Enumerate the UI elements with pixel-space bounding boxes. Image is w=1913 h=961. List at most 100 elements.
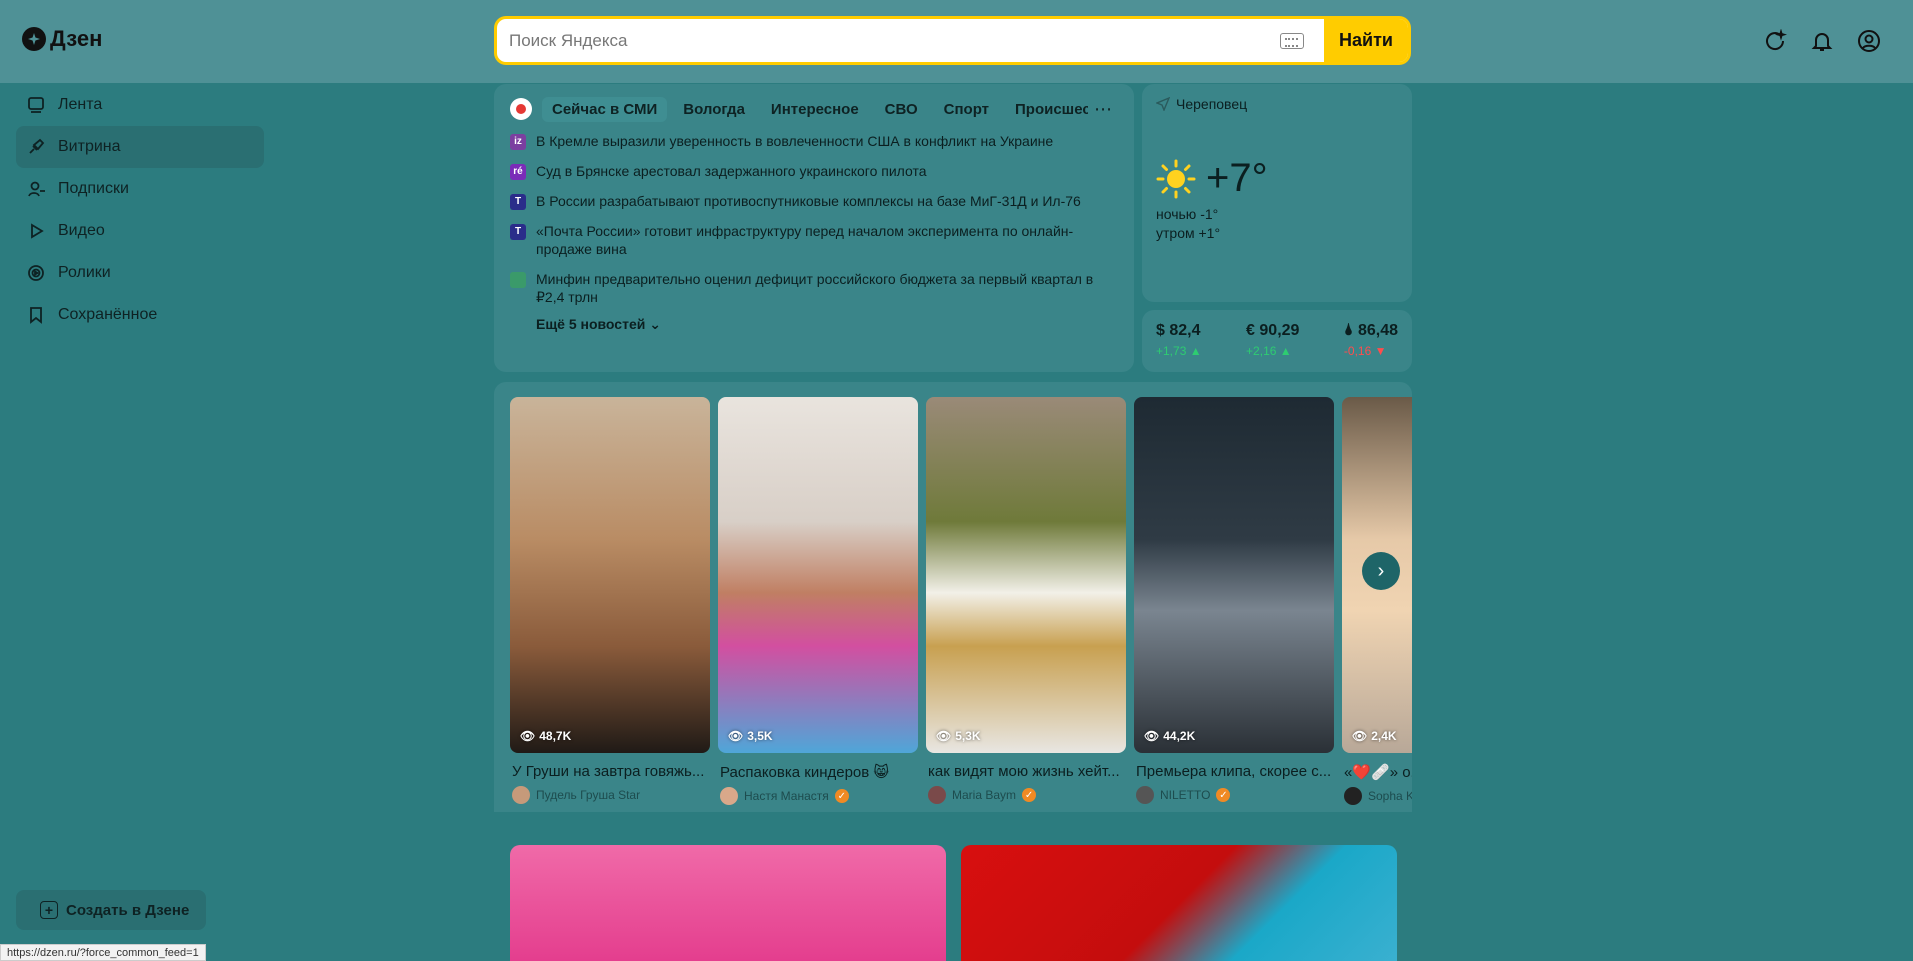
plus-icon: +: [40, 901, 58, 919]
sidebar-item-shorts[interactable]: Ролики: [16, 252, 264, 294]
video-author[interactable]: Sopha K: [1342, 787, 1412, 805]
sidebar-item-saved[interactable]: Сохранённое: [16, 294, 264, 336]
sidebar-item-showcase[interactable]: Витрина: [16, 126, 264, 168]
carousel-next-button[interactable]: ›: [1362, 552, 1400, 590]
weather-widget[interactable]: Череповец +7° ночью -1° утром +1°: [1142, 84, 1412, 302]
video-thumbnail[interactable]: 👁 3,5K: [718, 397, 918, 753]
avatar: [512, 786, 530, 804]
rate-usd: $ 82,4 +1,73 ▲: [1156, 322, 1202, 358]
weather-city: Череповец: [1176, 96, 1248, 112]
news-source-logo-icon: [510, 98, 532, 120]
video-author[interactable]: Настя Манастя ✓: [718, 787, 918, 805]
views-count: 👁 5,3K: [936, 729, 981, 743]
video-author[interactable]: Maria Baym ✓: [926, 786, 1126, 804]
subscriptions-icon: [28, 181, 45, 197]
news-source-icon: T: [510, 194, 526, 210]
verified-badge-icon: ✓: [1022, 788, 1037, 802]
weather-temp: +7°: [1206, 156, 1268, 200]
sidebar-item-label: Подписки: [58, 180, 129, 197]
eye-icon: 👁: [936, 729, 952, 743]
sidebar-item-label: Видео: [58, 222, 105, 239]
news-headline: В Кремле выразили уверенность в вовлечен…: [536, 133, 1054, 149]
news-item[interactable]: Минфин предварительно оценил дефицит рос…: [510, 270, 1118, 306]
more-news-link[interactable]: Ещё 5 новостей ⌄: [536, 316, 1118, 333]
views-count: 👁 3,5K: [728, 729, 773, 743]
video-card[interactable]: 👁 44,2K Премьера клипа, скорее с... NILE…: [1134, 397, 1334, 804]
video-card[interactable]: 👁 48,7K У Груши на завтра говяжь... Пуде…: [510, 397, 710, 804]
weather-morning: утром +1°: [1156, 225, 1221, 241]
sidebar-item-label: Лента: [58, 96, 103, 113]
video-card[interactable]: 👁 3,5K Распаковка киндеров 😸 Настя Манас…: [718, 397, 918, 805]
sidebar-item-feed[interactable]: Лента: [16, 84, 264, 126]
showcase-icon: [29, 138, 45, 154]
profile-icon[interactable]: [1856, 28, 1881, 53]
video-title[interactable]: Распаковка киндеров 😸: [718, 763, 918, 781]
create-in-dzen-button[interactable]: + Создать в Дзене: [16, 890, 206, 930]
video-title[interactable]: как видят мою жизнь хейт...: [926, 763, 1126, 780]
video-thumbnail[interactable]: 👁 5,3K: [926, 397, 1126, 753]
news-source-icon: [510, 272, 526, 288]
video-thumbnail[interactable]: 👁 48,7K: [510, 397, 710, 753]
keyboard-icon[interactable]: [1280, 32, 1304, 49]
feed-card[interactable]: [510, 845, 946, 961]
eye-icon: 👁: [520, 729, 536, 743]
video-title[interactable]: Премьера клипа, скорее с...: [1134, 763, 1334, 780]
video-thumbnail[interactable]: 👁 44,2K: [1134, 397, 1334, 753]
news-headline: Минфин предварительно оценил дефицит рос…: [536, 271, 1094, 305]
search-button[interactable]: Найти: [1324, 19, 1408, 62]
bookmark-icon: [30, 307, 42, 324]
avatar: [720, 787, 738, 805]
eye-icon: 👁: [1352, 729, 1368, 743]
news-item[interactable]: T В России разрабатывают противоспутников…: [510, 192, 1118, 210]
video-title[interactable]: «❤️🩹» о...: [1342, 763, 1412, 781]
eye-icon: 👁: [1144, 729, 1160, 743]
logo-text: Дзен: [50, 26, 103, 51]
news-source-icon: iz: [510, 134, 526, 150]
avatar: [928, 786, 946, 804]
sidebar-item-label: Витрина: [58, 138, 121, 155]
news-headline: В России разрабатывают противоспутниковы…: [536, 193, 1081, 209]
bell-icon[interactable]: [1809, 28, 1834, 53]
tab-now-in-media[interactable]: Сейчас в СМИ: [542, 96, 668, 122]
news-item[interactable]: ré Суд в Брянске арестовал задержанного у…: [510, 162, 1118, 180]
views-count: 👁 44,2K: [1144, 729, 1196, 743]
search-input[interactable]: [497, 30, 1280, 51]
news-tabs: Сейчас в СМИ Вологда Интересное СВО Спор…: [510, 96, 1118, 122]
tab-interesting[interactable]: Интересное: [761, 97, 869, 122]
video-author[interactable]: NILETTO ✓: [1134, 786, 1334, 804]
location-arrow-icon: [1156, 97, 1170, 111]
views-count: 👁 2,4K: [1352, 729, 1397, 743]
sparkle-refresh-icon[interactable]: [1762, 28, 1787, 53]
create-button-label: Создать в Дзене: [66, 901, 190, 919]
news-headline: «Почта России» готовит инфраструктуру пе…: [536, 223, 1074, 257]
news-item[interactable]: iz В Кремле выразили уверенность в вовлеч…: [510, 132, 1118, 150]
eye-icon: 👁: [728, 729, 744, 743]
tab-vologda[interactable]: Вологда: [673, 97, 755, 122]
video-card[interactable]: 👁 2,4K «❤️🩹» о... Sopha K: [1342, 397, 1412, 805]
views-count: 👁 48,7K: [520, 729, 572, 743]
play-icon: [31, 223, 44, 239]
search-bar: Найти: [494, 16, 1411, 65]
sidebar-item-label: Ролики: [58, 264, 111, 281]
shorts-carousel: 👁 2,4K «❤️🩹» о... Sopha K 👁 44,2K Премье…: [494, 382, 1412, 812]
top-header: Дзен Найти: [0, 0, 1913, 83]
news-source-icon: ré: [510, 164, 526, 180]
avatar: [1344, 787, 1362, 805]
video-card[interactable]: 👁 5,3K как видят мою жизнь хейт... Maria…: [926, 397, 1126, 804]
video-author[interactable]: Пудель Груша Star: [510, 786, 710, 804]
sidebar: Лента Витрина Подписки Видео Ролики Сохр…: [16, 84, 264, 336]
currency-rates[interactable]: $ 82,4 +1,73 ▲ € 90,29 +2,16 ▲ 🌢 86,48 -…: [1142, 310, 1412, 372]
news-source-icon: T: [510, 224, 526, 240]
sidebar-item-video[interactable]: Видео: [16, 210, 264, 252]
tab-svo[interactable]: СВО: [875, 97, 928, 122]
video-title[interactable]: У Груши на завтра говяжь...: [510, 763, 710, 780]
tab-sport[interactable]: Спорт: [934, 97, 999, 122]
feed-icon: [28, 97, 44, 113]
dzen-logo[interactable]: Дзен: [22, 26, 102, 52]
verified-badge-icon: ✓: [1216, 788, 1231, 802]
news-item[interactable]: T «Почта России» готовит инфраструктуру п…: [510, 222, 1118, 258]
sidebar-item-subscriptions[interactable]: Подписки: [16, 168, 264, 210]
more-tabs-icon[interactable]: ⋯: [1088, 96, 1118, 122]
rate-oil: 🌢 86,48 -0,16 ▼: [1343, 322, 1398, 358]
feed-card[interactable]: [961, 845, 1397, 961]
